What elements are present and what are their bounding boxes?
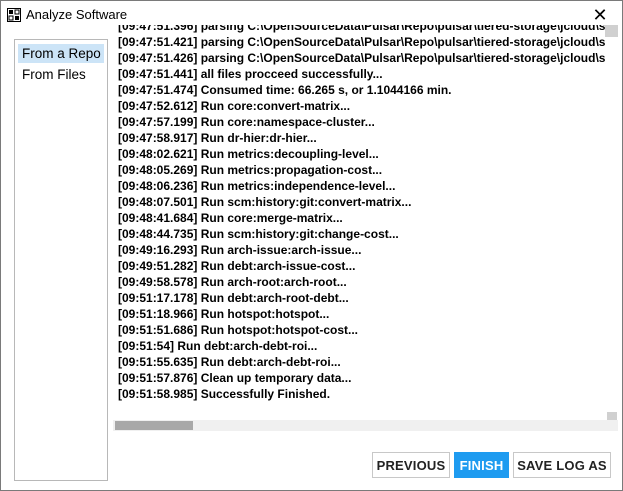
log-line: [09:48:41.684] Run core:merge-matrix... <box>118 211 343 225</box>
log-line: [09:51:55.635] Run debt:arch-debt-roi... <box>118 355 341 369</box>
log-line: [09:51:58.985] Successfully Finished. <box>118 387 331 401</box>
log-line: [09:48:07.501] Run scm:history:git:conve… <box>118 195 412 209</box>
vertical-scrollbar[interactable] <box>605 25 618 421</box>
log-line: [09:51:51.686] Run hotspot:hotspot-cost.… <box>118 323 359 337</box>
vertical-scroll-thumb[interactable] <box>607 412 617 420</box>
analyze-software-window: Analyze Software ✕ From a Repo From File… <box>0 0 623 491</box>
log-line: [09:48:44.735] Run scm:history:git:chang… <box>118 227 399 241</box>
app-icon <box>7 8 21 22</box>
log-line: [09:47:51.426] parsing C:\OpenSourceData… <box>118 51 606 65</box>
log-line: [09:51:17.178] Run debt:arch-root-debt..… <box>118 291 349 305</box>
log-line: [09:47:57.199] Run core:namespace-cluste… <box>118 115 375 129</box>
horizontal-scrollbar[interactable] <box>113 420 618 431</box>
log-line: [09:51:18.966] Run hotspot:hotspot... <box>118 307 330 321</box>
save-log-as-button[interactable]: SAVE LOG AS <box>513 452 611 478</box>
source-item-from-repo[interactable]: From a Repo <box>18 44 104 63</box>
log-line: [09:47:52.612] Run core:convert-matrix..… <box>118 99 351 113</box>
log-line: [09:47:58.917] Run dr-hier:dr-hier... <box>118 131 317 145</box>
log-output[interactable]: [09:47:51.396] parsing C:\OpenSourceData… <box>113 25 618 431</box>
log-line: [09:51:57.876] Clean up temporary data..… <box>118 371 352 385</box>
log-line: [09:48:06.236] Run metrics:independence-… <box>118 179 396 193</box>
log-line: [09:48:05.269] Run metrics:propagation-c… <box>118 163 383 177</box>
source-item-from-files[interactable]: From Files <box>18 65 104 84</box>
log-line: [09:48:02.621] Run metrics:decoupling-le… <box>118 147 379 161</box>
log-line: [09:49:16.293] Run arch-issue:arch-issue… <box>118 243 362 257</box>
window-title: Analyze Software <box>26 7 128 22</box>
log-line: [09:47:51.441] all files procceed succes… <box>118 67 383 81</box>
log-line: [09:47:51.396] parsing C:\OpenSourceData… <box>118 25 606 33</box>
log-line: [09:47:51.421] parsing C:\OpenSourceData… <box>118 35 606 49</box>
log-line: [09:51:54] Run debt:arch-debt-roi... <box>118 339 318 353</box>
previous-button[interactable]: PREVIOUS <box>372 452 450 478</box>
scroll-up-area[interactable] <box>605 25 618 37</box>
log-line: [09:49:51.282] Run debt:arch-issue-cost.… <box>118 259 356 273</box>
log-line: [09:47:51.474] Consumed time: 66.265 s, … <box>118 83 452 97</box>
close-icon[interactable]: ✕ <box>588 4 612 26</box>
log-lines: [09:47:51.396] parsing C:\OpenSourceData… <box>118 25 618 402</box>
finish-button[interactable]: FINISH <box>454 452 509 478</box>
log-line: [09:49:58.578] Run arch-root:arch-root..… <box>118 275 347 289</box>
horizontal-scroll-thumb[interactable] <box>115 421 193 430</box>
source-list: From a Repo From Files <box>14 39 108 481</box>
